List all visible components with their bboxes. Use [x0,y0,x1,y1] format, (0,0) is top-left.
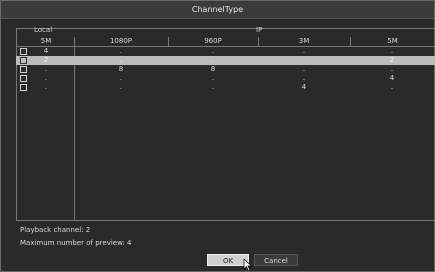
group-ip-label: IP [256,26,263,34]
table-cell: . [211,83,215,91]
table-cell: 2 [389,56,395,64]
table-cell: . [390,83,394,91]
playback-channel-text: Playback channel: 2 [20,226,91,234]
table-cell: . [390,47,394,55]
column-header-1080p: 1080P [109,37,133,45]
dialog-title: ChannelType [1,1,434,19]
table-cell: 4 [389,74,395,82]
column-header-960p: 960P [204,37,222,45]
group-local-label: Local [34,26,53,34]
table-row[interactable]: .... 4 [16,74,435,83]
column-divider [168,37,169,46]
table-cell: . [302,56,306,64]
column-header-3m: 3M [298,37,310,45]
table-cell: . [119,74,123,82]
mouse-pointer-icon [243,259,253,271]
table-cell: . [119,83,123,91]
table-cell: . [211,56,215,64]
table-cell: . [211,74,215,82]
table-cell: . [211,47,215,55]
column-divider [258,37,259,46]
table-cell: . [44,74,48,82]
column-divider [350,37,351,46]
column-header-ip-5m: 5M [387,37,398,45]
table-row[interactable]: 4.... [16,47,435,56]
table-cell: . [390,65,394,73]
table-cell: . [302,65,306,73]
table-row[interactable]: 2... 2 [16,56,435,65]
table-cell: . [119,47,123,55]
table-cell: . [302,74,306,82]
table-cell: 4 [301,83,307,91]
table-cell: 8 [210,65,216,73]
table-cell: 2 [43,56,49,64]
table-row[interactable]: ... 4. [16,83,435,92]
table-cell: . [302,47,306,55]
table-cell: . [119,56,123,64]
max-preview-text: Maximum number of preview: 4 [20,239,132,247]
table-cell: . [44,83,48,91]
table-cell: 8 [118,65,124,73]
column-header-local-5m: 5M [40,37,52,45]
table-row[interactable]: . 8 8.. [16,65,435,74]
cancel-button[interactable]: Cancel [254,254,298,266]
table-cell: 4 [43,47,49,55]
table-cell: . [44,65,48,73]
